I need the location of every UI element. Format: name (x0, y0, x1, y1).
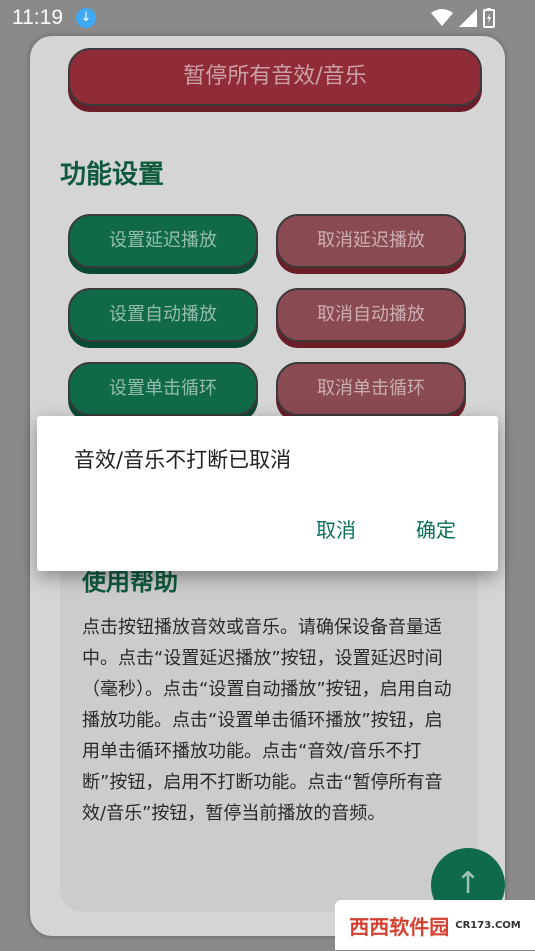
set-autoplay-button[interactable]: 设置自动播放 (68, 288, 258, 342)
dialog-actions: 取消 确定 (316, 514, 456, 543)
dialog-cancel-button[interactable]: 取消 (316, 514, 356, 543)
status-icons (431, 8, 495, 28)
set-delay-button[interactable]: 设置延迟播放 (68, 214, 258, 268)
cancel-autoplay-button[interactable]: 取消自动播放 (276, 288, 466, 342)
dialog-confirm-button[interactable]: 确定 (416, 514, 456, 543)
status-time: 11:19 (12, 6, 63, 29)
pause-all-button[interactable]: 暂停所有音效/音乐 (68, 48, 482, 106)
watermark-sub: CR173.COM (455, 919, 521, 931)
section-title-settings: 功能设置 (60, 160, 165, 190)
cancel-click-loop-button[interactable]: 取消单击循环 (276, 362, 466, 416)
confirm-dialog: 音效/音乐不打断已取消 取消 确定 (37, 416, 498, 571)
arrow-up-icon: ↑ (455, 866, 481, 901)
watermark-logo: 西西软件园 CR173.COM (335, 900, 535, 950)
help-text: 点击按钮播放音效或音乐。请确保设备音量适中。点击“设置延迟播放”按钮，设置延迟时… (82, 617, 452, 824)
set-click-loop-button[interactable]: 设置单击循环 (68, 362, 258, 416)
dialog-message: 音效/音乐不打断已取消 (74, 448, 292, 472)
download-icon: ↓ (76, 8, 96, 28)
watermark-brand: 西西软件园 (349, 914, 450, 939)
battery-icon (483, 8, 495, 28)
signal-icon (459, 9, 477, 27)
status-bar: 11:19 ↓ (0, 0, 535, 38)
cancel-delay-button[interactable]: 取消延迟播放 (276, 214, 466, 268)
wifi-icon (431, 9, 453, 26)
